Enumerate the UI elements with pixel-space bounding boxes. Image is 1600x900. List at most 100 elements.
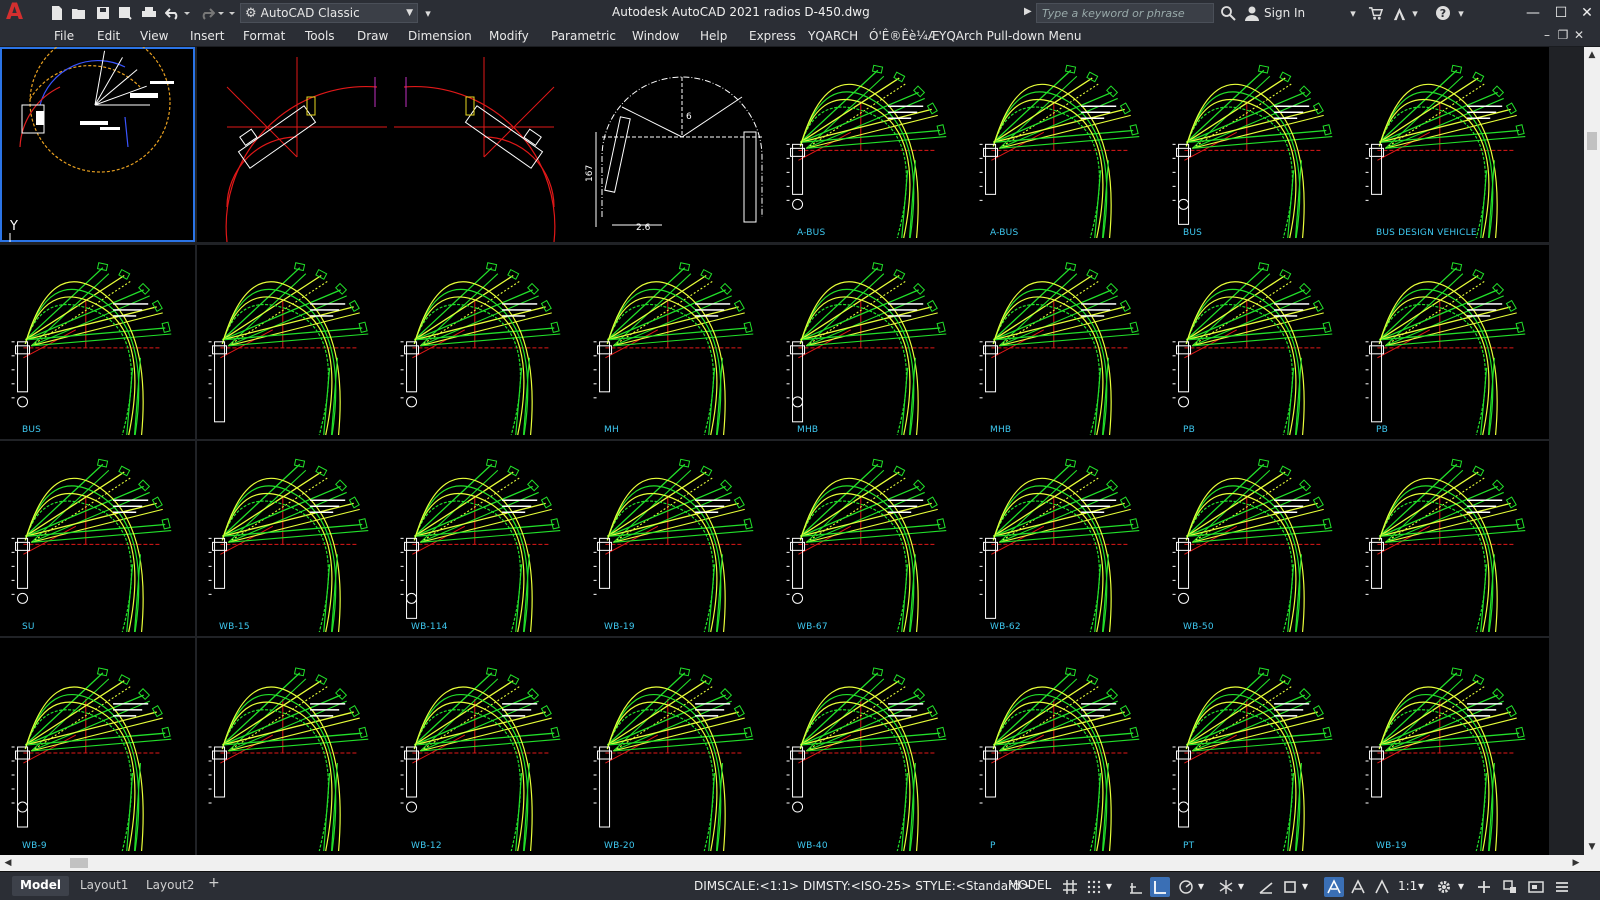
viewport-tile[interactable]: WB-19 — [582, 441, 777, 636]
menu-yqarch[interactable]: YQARCH — [808, 29, 858, 43]
mdi-close-icon[interactable]: ✕ — [1572, 28, 1586, 44]
menu-view[interactable]: View — [140, 29, 168, 43]
viewport-tile[interactable]: MHB — [968, 245, 1163, 439]
scale-dropdown-icon[interactable]: ▾ — [1418, 879, 1424, 893]
add-icon[interactable] — [1474, 877, 1494, 897]
viewport-tile[interactable] — [389, 245, 584, 439]
scroll-left-icon[interactable]: ◀ — [0, 855, 16, 871]
menu-file[interactable]: File — [54, 29, 74, 43]
polar-tracking-icon[interactable] — [1176, 877, 1196, 897]
viewport-tile[interactable]: WB-62 — [968, 441, 1163, 636]
polar-dropdown-icon[interactable]: ▾ — [1198, 879, 1204, 893]
annotation-scale-value[interactable]: 1:1 — [1398, 879, 1417, 893]
menu-yqarch-pulldown[interactable]: YQArch Pull-down Menu — [939, 29, 1081, 43]
workspace-dropdown-icon[interactable]: ▾ — [1458, 879, 1464, 893]
viewport-tile[interactable]: WB-20 — [582, 638, 777, 855]
viewport-tile[interactable]: WB-40 — [775, 638, 970, 855]
viewport-tile[interactable]: WB-19 — [1354, 638, 1549, 855]
maximize-icon[interactable]: ☐ — [1548, 0, 1574, 26]
viewport-tile[interactable]: SU — [0, 441, 195, 636]
annotation-visibility-icon[interactable] — [1324, 877, 1344, 897]
workspace-selector[interactable]: ⚙ AutoCAD Classic ▼ — [240, 3, 418, 23]
viewport-tile[interactable]: WB-67 — [775, 441, 970, 636]
osnap-dropdown-icon[interactable]: ▾ — [1302, 879, 1308, 893]
horizontal-scrollbar[interactable]: ◀ ▶ — [0, 855, 1584, 871]
viewport-tile[interactable]: WB-114 — [389, 441, 584, 636]
menu-parametric[interactable]: Parametric — [551, 29, 616, 43]
qa-more-icon[interactable] — [227, 4, 237, 22]
snap-dropdown-icon[interactable]: ▾ — [1106, 879, 1112, 893]
tab-layout1[interactable]: Layout1 — [72, 876, 136, 896]
sign-in-button[interactable]: Sign In — [1244, 3, 1305, 23]
auto-scale-icon[interactable] — [1348, 877, 1368, 897]
viewport-tile[interactable] — [389, 47, 584, 242]
search-expand-icon[interactable]: ▶ — [1024, 6, 1032, 17]
save-as-icon[interactable] — [116, 4, 134, 22]
viewport-tile[interactable]: BUS — [1161, 47, 1356, 242]
menu-format[interactable]: Format — [243, 29, 285, 43]
viewport-tile[interactable] — [1354, 441, 1549, 636]
viewport-tile[interactable] — [197, 47, 392, 242]
viewport-tile[interactable]: P — [968, 638, 1163, 855]
infer-constraints-icon[interactable] — [1126, 877, 1146, 897]
menu-tools[interactable]: Tools — [305, 29, 335, 43]
redo-icon[interactable] — [198, 4, 216, 22]
minimize-icon[interactable]: — — [1520, 0, 1546, 26]
menu-express[interactable]: Express — [749, 29, 796, 43]
menu-garbled[interactable]: Ó'Ê®Êè¼Æ — [869, 29, 940, 43]
viewport-tile[interactable]: A-BUS — [968, 47, 1163, 242]
model-space-button[interactable]: MODEL — [1004, 877, 1055, 897]
tab-model[interactable]: Model — [12, 876, 70, 896]
search-input[interactable]: Type a keyword or phrase — [1036, 3, 1214, 23]
cart-icon[interactable] — [1366, 3, 1384, 23]
snap-icon[interactable] — [1084, 877, 1104, 897]
menu-insert[interactable]: Insert — [190, 29, 224, 43]
new-icon[interactable] — [48, 4, 66, 22]
close-icon[interactable]: ✕ — [1574, 0, 1600, 26]
annotation-scale-icon[interactable] — [1372, 877, 1392, 897]
viewport-tile[interactable]: PB — [1354, 245, 1549, 439]
viewport-tile[interactable]: BUS — [0, 245, 195, 439]
open-icon[interactable] — [70, 4, 88, 22]
help-dropdown-icon[interactable]: ▾ — [1456, 3, 1466, 23]
viewport-tile[interactable]: WB-12 — [389, 638, 584, 855]
plot-icon[interactable] — [140, 4, 158, 22]
redo-dropdown-icon[interactable] — [216, 4, 226, 22]
viewport-tile-active[interactable]: Y — [0, 47, 195, 242]
viewport-tile[interactable]: WB-9 — [0, 638, 195, 855]
customization-icon[interactable] — [1552, 877, 1572, 897]
viewport-tile[interactable]: WB-50 — [1161, 441, 1356, 636]
viewport-tile[interactable] — [197, 638, 392, 855]
viewport-tile[interactable]: MHB — [775, 245, 970, 439]
object-snap-icon[interactable] — [1280, 877, 1300, 897]
menu-draw[interactable]: Draw — [357, 29, 388, 43]
tab-layout2[interactable]: Layout2 — [138, 876, 202, 896]
isolate-objects-icon[interactable] — [1526, 877, 1546, 897]
viewport-tile[interactable]: 167 2.6 6 — [582, 47, 777, 242]
ortho-icon[interactable] — [1150, 877, 1170, 897]
hardware-acceleration-icon[interactable] — [1500, 877, 1520, 897]
menu-window[interactable]: Window — [632, 29, 679, 43]
add-layout-icon[interactable]: + — [208, 875, 220, 891]
vertical-scrollbar[interactable]: ▲ ▼ — [1584, 47, 1600, 855]
viewport-tile[interactable]: PT — [1161, 638, 1356, 855]
menu-dimension[interactable]: Dimension — [408, 29, 472, 43]
viewport-tile[interactable]: A-BUS — [775, 47, 970, 242]
workspace-gear-icon[interactable] — [1434, 877, 1454, 897]
menu-help[interactable]: Help — [700, 29, 727, 43]
viewport-tile[interactable]: BUS DESIGN VEHICLE — [1354, 47, 1549, 242]
menu-modify[interactable]: Modify — [489, 29, 529, 43]
viewport-tile[interactable]: PB — [1161, 245, 1356, 439]
autocad-logo-icon[interactable]: A — [6, 2, 30, 24]
scroll-down-icon[interactable]: ▼ — [1584, 839, 1600, 855]
grid-icon[interactable] — [1060, 877, 1080, 897]
search-icon[interactable] — [1218, 3, 1238, 23]
viewport-tile[interactable]: MH — [582, 245, 777, 439]
scroll-up-icon[interactable]: ▲ — [1584, 47, 1600, 63]
sign-in-dropdown-icon[interactable]: ▾ — [1348, 3, 1358, 23]
customize-qa-icon[interactable]: ▾ — [422, 3, 434, 23]
mdi-restore-icon[interactable]: ❐ — [1556, 28, 1570, 44]
isodraft-icon[interactable] — [1216, 877, 1236, 897]
scroll-right-icon[interactable]: ▶ — [1568, 855, 1584, 871]
undo-icon[interactable] — [164, 4, 182, 22]
